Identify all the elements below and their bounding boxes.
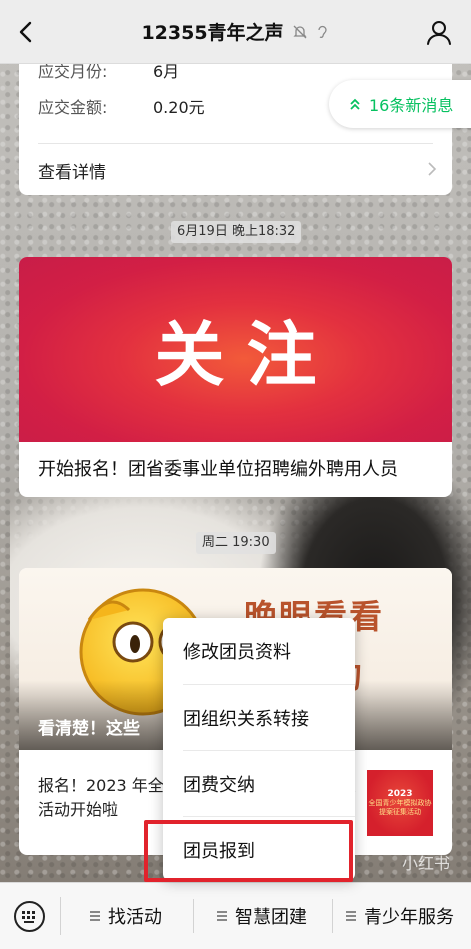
mute-bell-icon xyxy=(292,25,307,38)
tab-youth-service[interactable]: 青少年服务 xyxy=(346,903,454,929)
bar-divider xyxy=(60,897,61,935)
back-arrow-icon[interactable] xyxy=(12,18,40,46)
due-amount-value: 0.20元 xyxy=(153,98,205,117)
tab-label: 找活动 xyxy=(108,907,162,928)
due-amount-row: 应交金额: 0.20元 xyxy=(38,94,205,118)
header-status-icons xyxy=(292,24,330,40)
tab-smart-league[interactable]: 智慧团建 xyxy=(217,903,307,929)
keyboard-icon xyxy=(22,911,35,923)
highlight-box xyxy=(144,820,353,882)
chevron-right-icon xyxy=(428,162,437,176)
thumbnail-text: 全国青少年模拟政协提案征集活动 xyxy=(368,798,432,816)
banner-text: 关注 xyxy=(154,314,339,396)
article-title: 开始报名！团省委事业单位招聘编外聘用人员 xyxy=(38,459,398,480)
menu-item-edit-profile[interactable]: 修改团员资料 xyxy=(163,618,355,684)
watermark: 小红书 xyxy=(402,854,451,873)
cover-caption: 看清楚！这些 xyxy=(38,719,140,739)
bar-divider xyxy=(193,899,194,933)
earpiece-icon xyxy=(317,25,327,38)
card-divider xyxy=(38,143,433,144)
keyboard-toggle-button[interactable] xyxy=(14,901,45,932)
thumbnail-year: 2023 xyxy=(387,788,413,799)
chat-header: 12355青年之声 xyxy=(0,0,471,64)
menu-list-icon xyxy=(90,911,100,921)
bottom-menu-bar: 找活动 智慧团建 青少年服务 xyxy=(0,882,471,949)
article-banner: 关注 xyxy=(19,257,452,442)
sub-article-thumbnail: 2023 全国青少年模拟政协提案征集活动 xyxy=(367,770,433,836)
menu-item-transfer[interactable]: 团组织关系转接 xyxy=(163,685,355,751)
due-amount-label: 应交金额: xyxy=(38,98,108,117)
new-messages-pill[interactable]: 16条新消息 xyxy=(329,80,471,128)
due-month-label: 应交月份: xyxy=(38,62,108,81)
bar-divider xyxy=(332,899,333,933)
menu-item-pay-fee[interactable]: 团费交纳 xyxy=(163,751,355,817)
new-messages-label: 16条新消息 xyxy=(369,96,454,115)
chat-title: 12355青年之声 xyxy=(141,22,284,44)
timestamp: 周二 19:30 xyxy=(196,532,276,554)
article-card[interactable]: 关注 开始报名！团省委事业单位招聘编外聘用人员 xyxy=(19,257,452,497)
tab-label: 智慧团建 xyxy=(235,907,307,928)
tab-find-activity[interactable]: 找活动 xyxy=(90,903,162,929)
view-details-link[interactable]: 查看详情 xyxy=(38,158,106,183)
tab-label: 青少年服务 xyxy=(364,907,454,928)
double-chevron-up-icon xyxy=(350,98,360,110)
timestamp: 6月19日 晚上18:32 xyxy=(171,221,302,243)
profile-icon[interactable] xyxy=(425,18,453,46)
menu-list-icon xyxy=(217,911,227,921)
menu-list-icon xyxy=(346,911,356,921)
